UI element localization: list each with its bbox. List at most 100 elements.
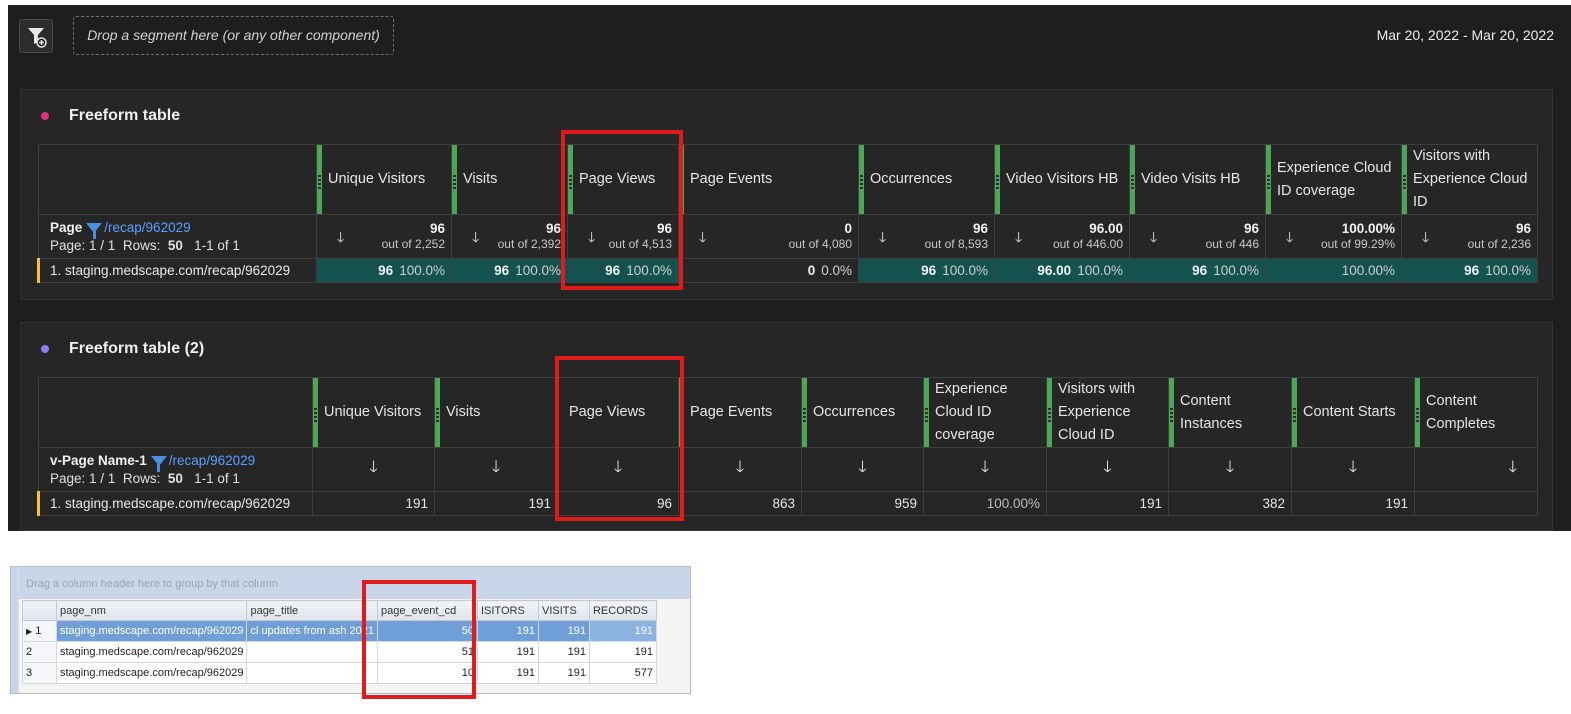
sort-arrow-icon[interactable]: 🡓 xyxy=(369,459,377,476)
sort-arrow-icon[interactable]: 🡓 xyxy=(1136,227,1157,247)
cell[interactable]: 191 xyxy=(476,662,539,684)
sort-arrow-icon[interactable]: 🡓 xyxy=(1509,459,1517,476)
rows-value[interactable]: 50 xyxy=(168,471,183,486)
column-label: Content Instances xyxy=(1180,392,1243,432)
cell[interactable]: 577 xyxy=(588,662,657,684)
cell-percent: 0.0% xyxy=(821,263,852,278)
sort-arrow-icon[interactable]: 🡓 xyxy=(458,227,479,247)
sort-arrow-icon[interactable]: 🡓 xyxy=(1272,227,1293,247)
cell[interactable]: 191 xyxy=(537,641,590,663)
column-header[interactable]: Page Events xyxy=(678,377,802,448)
group-by-drop-area[interactable]: Drag a column header here to group by th… xyxy=(19,567,690,599)
cell[interactable]: staging.medscape.com/recap/962029 xyxy=(55,662,248,684)
column-header[interactable]: Experience Cloud ID coverage xyxy=(1265,144,1402,215)
metric-cell: 191 xyxy=(1046,491,1169,516)
row-label[interactable]: 1. staging.medscape.com/recap/962029 xyxy=(37,258,317,283)
column-header[interactable]: Video Visits HB xyxy=(1129,144,1266,215)
column-header[interactable]: Page Events xyxy=(678,144,859,215)
cell[interactable]: 191 xyxy=(476,620,539,642)
dimension-header xyxy=(38,144,317,215)
column-header-page-nm[interactable]: page_nm xyxy=(55,600,248,621)
row-number: 2 xyxy=(22,641,57,663)
table-row[interactable]: 1. staging.medscape.com/recap/962029 96 1… xyxy=(37,258,1538,283)
metric-cell: 96 100.0% xyxy=(1129,258,1266,283)
sort-arrow-icon[interactable]: 🡓 xyxy=(614,459,622,476)
sort-arrow-icon[interactable]: 🡓 xyxy=(1349,459,1357,476)
dimension-filter[interactable]: /recap/962029 xyxy=(169,453,255,468)
column-header-page-title[interactable]: page_title xyxy=(246,600,378,621)
sort-arrow-icon[interactable]: 🡓 xyxy=(1001,227,1022,247)
sort-arrow-icon[interactable]: 🡓 xyxy=(1226,459,1234,476)
column-label: Experience Cloud ID coverage xyxy=(1277,159,1392,199)
cell[interactable]: 10 xyxy=(376,662,478,684)
sort-arrow-icon[interactable]: 🡓 xyxy=(1408,227,1429,247)
column-header[interactable]: Video Visitors HB xyxy=(994,144,1130,215)
column-header[interactable]: Visitors with Experience Cloud ID xyxy=(1401,144,1538,215)
column-header[interactable]: Visits xyxy=(451,144,568,215)
column-header[interactable]: Occurrences xyxy=(801,377,924,448)
cell[interactable]: staging.medscape.com/recap/962029 xyxy=(55,641,248,663)
panel-title[interactable]: Freeform table (2) xyxy=(69,340,204,358)
column-header[interactable]: Content Starts xyxy=(1291,377,1415,448)
add-filter-button[interactable] xyxy=(19,19,53,53)
column-header[interactable]: Unique Visitors xyxy=(316,144,452,215)
filter-icon[interactable] xyxy=(150,456,167,472)
cell[interactable]: 51 xyxy=(376,641,478,663)
cell[interactable]: cl updates from ash 2021 xyxy=(246,620,378,642)
filter-icon[interactable] xyxy=(86,223,103,239)
sort-arrow-icon[interactable]: 🡓 xyxy=(1103,459,1111,476)
column-header-page-event-cd[interactable]: page_event_cd xyxy=(376,600,478,621)
sort-arrow-icon[interactable]: 🡓 xyxy=(736,459,744,476)
column-header[interactable]: Content Instances xyxy=(1168,377,1292,448)
column-header-visitors[interactable]: ISITORS xyxy=(476,600,539,621)
sort-arrow-icon[interactable]: 🡓 xyxy=(858,459,866,476)
cell[interactable] xyxy=(246,641,378,663)
column-header[interactable]: Occurrences xyxy=(858,144,995,215)
cell[interactable] xyxy=(246,662,378,684)
cell[interactable]: 50 xyxy=(376,620,478,642)
table-row[interactable]: 1. staging.medscape.com/recap/962029 191… xyxy=(37,491,1538,516)
sort-arrow-icon[interactable]: 🡓 xyxy=(685,227,706,247)
column-header-records[interactable]: RECORDS xyxy=(588,600,657,621)
cell[interactable]: 191 xyxy=(537,620,590,642)
segment-drop-zone[interactable]: Drop a segment here (or any other compon… xyxy=(73,16,394,55)
column-header-visits[interactable]: VISITS xyxy=(537,600,590,621)
metric-cell: 96 100.0% xyxy=(316,258,452,283)
column-label: Experience Cloud ID coverage xyxy=(935,381,1008,443)
column-header[interactable]: Page Views xyxy=(567,144,679,215)
date-range-picker[interactable]: Mar 20, 2022 - Mar 20, 2022 xyxy=(1377,27,1554,43)
page-label: Page: 1 / 1 xyxy=(50,471,116,486)
table-row[interactable]: 3 staging.medscape.com/recap/962029 10 1… xyxy=(22,662,657,684)
table-row[interactable]: ▶ 1 staging.medscape.com/recap/962029 cl… xyxy=(22,620,657,642)
dimension-name[interactable]: v-Page Name-1 xyxy=(50,453,147,468)
sort-arrow-icon[interactable]: 🡓 xyxy=(865,227,886,247)
cell[interactable]: 191 xyxy=(588,641,657,663)
pagination-info: Page: 1 / 1 Rows: 50 1-1 of 1 xyxy=(50,238,310,253)
cell[interactable]: 191 xyxy=(588,620,657,642)
column-header[interactable]: Visits xyxy=(434,377,558,448)
column-header[interactable]: Visitors with Experience Cloud ID xyxy=(1046,377,1169,448)
cell[interactable]: 191 xyxy=(476,641,539,663)
freeform-panel-2: Freeform table (2) Unique Visitors Visit… xyxy=(20,322,1553,531)
row-label[interactable]: 1. staging.medscape.com/recap/962029 xyxy=(37,491,313,516)
sort-arrow-icon[interactable]: 🡓 xyxy=(981,459,989,476)
table-row[interactable]: 2 staging.medscape.com/recap/962029 51 1… xyxy=(22,641,657,663)
sort-arrow-icon[interactable]: 🡓 xyxy=(492,459,500,476)
total-cell: 🡓 96 out of 446 xyxy=(1129,214,1266,259)
column-header[interactable]: Page Views xyxy=(557,377,679,448)
column-header[interactable]: Experience Cloud ID coverage xyxy=(923,377,1047,448)
cell[interactable]: 191 xyxy=(537,662,590,684)
column-label: Page Views xyxy=(569,404,646,420)
column-header[interactable]: Content Completes xyxy=(1414,377,1538,448)
sort-arrow-icon[interactable]: 🡓 xyxy=(323,227,344,247)
metric-cell: 100.00% xyxy=(1265,258,1402,283)
column-label: Visits xyxy=(463,171,498,187)
dimension-filter[interactable]: /recap/962029 xyxy=(104,220,190,235)
dimension-name[interactable]: Page xyxy=(50,220,82,235)
cell[interactable]: staging.medscape.com/recap/962029 xyxy=(55,620,248,642)
total-cell: 🡓 96 out of 2,252 xyxy=(316,214,452,259)
rows-value[interactable]: 50 xyxy=(168,238,183,253)
column-header[interactable]: Unique Visitors xyxy=(312,377,435,448)
panel-title[interactable]: Freeform table xyxy=(69,107,180,125)
sort-arrow-icon[interactable]: 🡓 xyxy=(574,227,595,247)
